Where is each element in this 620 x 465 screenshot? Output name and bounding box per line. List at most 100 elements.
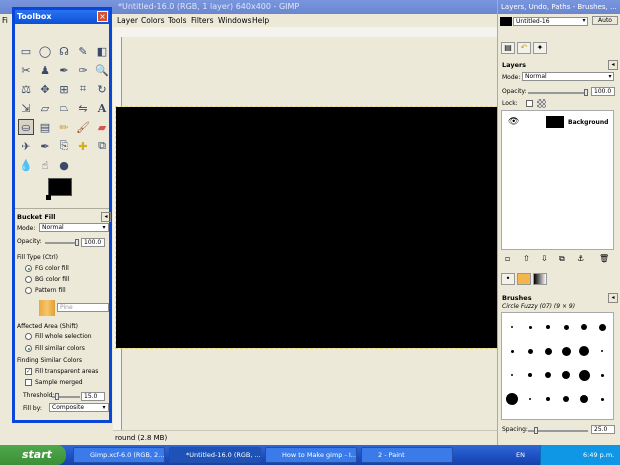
fill-transparent-checkbox[interactable]: ✓ (25, 368, 32, 375)
brush-preview[interactable] (545, 372, 551, 378)
configure-tab-icon[interactable]: ◂ (608, 293, 618, 303)
pencil-icon[interactable]: ✏ (56, 119, 72, 135)
configure-tab-icon[interactable]: ◂ (608, 60, 618, 70)
brush-preview[interactable] (506, 393, 518, 405)
task-button-browser[interactable]: How to Make gimp - I... (265, 447, 357, 463)
pattern-swatch[interactable] (39, 300, 55, 316)
perspective-clone-icon[interactable]: ⧉ (94, 138, 110, 154)
brush-preview[interactable] (601, 350, 603, 352)
brush-preview[interactable] (600, 373, 604, 377)
zoom-icon[interactable]: 🔍 (94, 62, 110, 78)
brush-preview[interactable] (528, 373, 532, 377)
blur-icon[interactable]: 💧 (18, 157, 34, 173)
text-tool-icon[interactable]: A (94, 100, 110, 116)
ellipse-select-icon[interactable]: ◯ (37, 43, 53, 59)
clock[interactable]: 6:49 p.m. (583, 451, 614, 459)
paths-tab-icon[interactable]: ✦ (533, 42, 547, 54)
align-icon[interactable]: ⊞ (56, 81, 72, 97)
chevron-down-icon[interactable]: ▾ (606, 73, 614, 81)
brush-preview[interactable] (563, 396, 569, 402)
close-icon[interactable]: × (97, 11, 108, 22)
raise-layer-icon[interactable]: ⇧ (523, 254, 530, 263)
brush-preview[interactable] (528, 325, 532, 329)
eye-icon[interactable]: 👁 (508, 117, 519, 127)
shear-icon[interactable]: ▱ (37, 100, 53, 116)
pattern-name-field[interactable]: Pine (57, 303, 109, 312)
brush-preview[interactable] (562, 371, 570, 379)
brush-preview[interactable] (598, 323, 606, 331)
chevron-down-icon[interactable]: ▾ (100, 224, 108, 232)
task-button-untitled[interactable]: *Untitled-16.0 (RGB, ... (169, 447, 261, 463)
delete-layer-icon[interactable]: 🗑 (599, 254, 609, 263)
paths-icon[interactable]: ✒ (56, 62, 72, 78)
bg-fill-radio[interactable] (25, 276, 32, 283)
layer-name[interactable]: Background (568, 119, 608, 126)
brush-preview[interactable] (527, 348, 533, 354)
flip-icon[interactable]: ⇋ (75, 100, 91, 116)
opacity-slider-handle[interactable] (75, 239, 79, 246)
menu-windows[interactable]: Windows (218, 16, 251, 25)
menu-filters[interactable]: Filters (191, 16, 213, 25)
gradients-tab-icon[interactable] (533, 273, 547, 285)
airbrush-icon[interactable]: ✈ (18, 138, 34, 154)
brush-preview[interactable] (511, 374, 513, 376)
brush-preview[interactable] (580, 395, 588, 403)
chevron-down-icon[interactable]: ▾ (580, 17, 588, 25)
anchor-layer-icon[interactable]: ⚓ (577, 254, 584, 263)
color-picker-icon[interactable]: ✑ (75, 62, 91, 78)
fuzzy-select-icon[interactable]: ✎ (75, 43, 91, 59)
scissors-icon[interactable]: ✂ (18, 62, 34, 78)
smudge-icon[interactable]: ☝ (37, 157, 53, 173)
opacity-input[interactable]: 100.0 (81, 238, 105, 247)
opacity-slider[interactable] (45, 242, 79, 244)
crop-icon[interactable]: ⌗ (75, 81, 91, 97)
layers-opacity-input[interactable]: 100.0 (591, 87, 615, 96)
layer-row[interactable]: 👁 Background (502, 111, 613, 133)
bucket-fill-icon[interactable]: ⛀ (18, 119, 34, 135)
chevron-down-icon[interactable]: ▾ (100, 404, 108, 412)
foreground-select-icon[interactable]: ♟ (37, 62, 53, 78)
brush-preview[interactable] (546, 397, 550, 401)
lower-layer-icon[interactable]: ⇩ (541, 254, 548, 263)
layers-list[interactable]: 👁 Background (501, 110, 614, 250)
paintbrush-icon[interactable]: 🖌 (75, 119, 91, 135)
mode-select[interactable]: Normal (39, 223, 109, 232)
image-selector[interactable]: Untitled-16 (513, 17, 588, 26)
eraser-icon[interactable]: ▰ (94, 119, 110, 135)
duplicate-layer-icon[interactable]: ⧉ (559, 254, 565, 264)
color-select-icon[interactable]: ◧ (94, 43, 110, 59)
brush-preview[interactable] (544, 347, 552, 355)
layers-opacity-slider[interactable] (528, 92, 588, 94)
heal-icon[interactable]: ✚ (75, 138, 91, 154)
start-button[interactable]: start (0, 445, 66, 465)
scale-icon[interactable]: ⇲ (18, 100, 34, 116)
brush-preview[interactable] (561, 346, 571, 356)
auto-button[interactable]: Auto (592, 16, 618, 25)
undo-tab-icon[interactable]: ↶ (517, 42, 531, 54)
task-button-paint[interactable]: 2 - Paint (361, 447, 453, 463)
perspective-icon[interactable]: ⏢ (56, 100, 72, 116)
brushes-grid[interactable] (501, 312, 614, 420)
layers-mode-select[interactable]: Normal (522, 72, 614, 81)
brush-preview[interactable] (546, 325, 550, 329)
fg-fill-radio[interactable] (25, 265, 32, 272)
threshold-slider-handle[interactable] (55, 393, 59, 400)
task-button-gimp[interactable]: Gimp.xcf-6.0 (RGB, 2... (73, 447, 165, 463)
layers-tab-icon[interactable]: ▤ (501, 42, 515, 54)
brush-preview[interactable] (578, 369, 590, 381)
move-icon[interactable]: ✥ (37, 81, 53, 97)
menu-tools[interactable]: Tools (168, 16, 186, 25)
configure-tab-icon[interactable]: ◂ (101, 212, 111, 222)
lock-alpha-icon[interactable] (537, 99, 546, 108)
menu-help[interactable]: Help (252, 16, 269, 25)
brush-preview[interactable] (581, 324, 587, 330)
layers-opacity-slider-handle[interactable] (584, 89, 588, 96)
brush-preview[interactable] (510, 349, 514, 353)
blend-icon[interactable]: ▤ (37, 119, 53, 135)
new-layer-icon[interactable]: ▫ (505, 254, 510, 263)
fill-whole-selection-radio[interactable] (25, 333, 32, 340)
lock-pixels-checkbox[interactable] (526, 100, 533, 107)
free-select-icon[interactable]: ☊ (56, 43, 72, 59)
pattern-fill-radio[interactable] (25, 287, 32, 294)
menu-file[interactable]: Fi (2, 16, 8, 25)
